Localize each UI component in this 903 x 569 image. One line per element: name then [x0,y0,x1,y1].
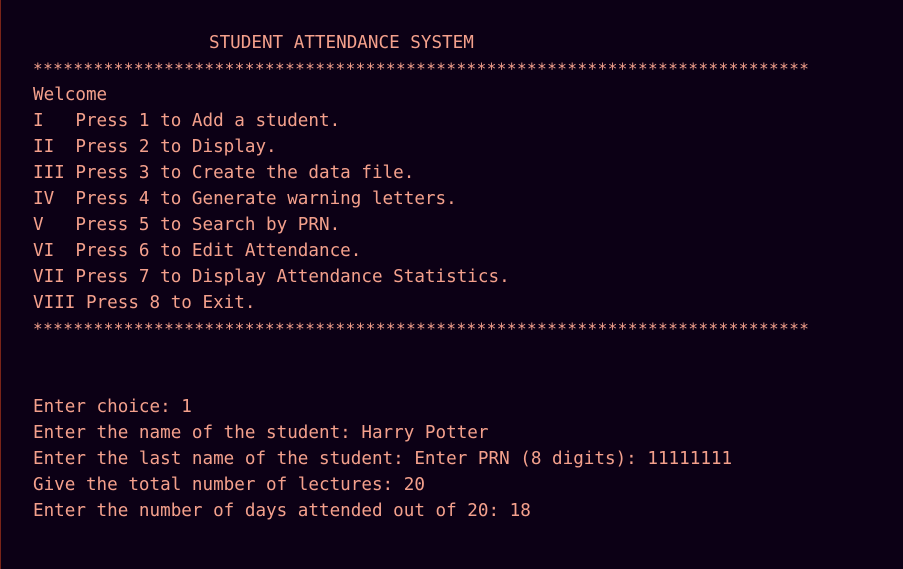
terminal-window[interactable]: STUDENT ATTENDANCE SYSTEM **************… [0,0,903,569]
lectures-prompt: Give the total number of lectures: 20 [33,475,425,495]
top-separator: ****************************************… [33,59,810,78]
menu-option-5: V Press 5 to Search by PRN. [33,215,341,235]
menu-option-7: VII Press 7 to Display Attendance Statis… [33,267,510,287]
menu-option-8: VIII Press 8 to Exit. [33,293,256,313]
menu-option-3: III Press 3 to Create the data file. [33,163,415,183]
menu-option-4: IV Press 4 to Generate warning letters. [33,189,457,209]
attendance-prompt: Enter the number of days attended out of… [33,501,531,521]
app-title: STUDENT ATTENDANCE SYSTEM [209,33,474,53]
bottom-separator: ****************************************… [33,319,810,338]
name-prompt: Enter the name of the student: Harry Pot… [33,423,489,443]
menu-option-6: VI Press 6 to Edit Attendance. [33,241,362,261]
welcome-text: Welcome [33,85,108,105]
menu-option-1: I Press 1 to Add a student. [33,111,341,131]
menu-option-2: II Press 2 to Display. [33,137,277,157]
choice-prompt: Enter choice: 1 [33,397,192,417]
last-name-prn-prompt: Enter the last name of the student: Ente… [33,449,733,469]
